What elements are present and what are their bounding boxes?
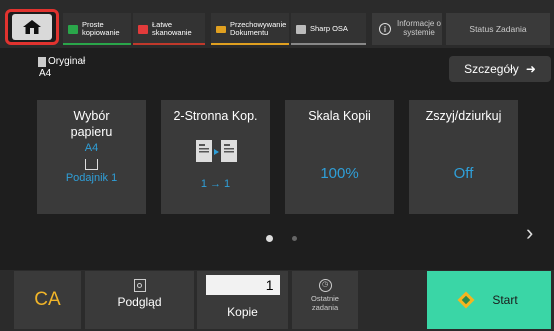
home-icon (23, 20, 41, 34)
preview-icon (133, 279, 146, 292)
card-title: Wybór papieru (70, 109, 113, 139)
details-button[interactable]: Szczegóły ➜ (449, 56, 551, 82)
copies-label: Kopie (227, 305, 258, 319)
page-indicator-active (266, 235, 273, 242)
osa-icon (296, 24, 306, 34)
tab-label: Sharp OSA (310, 24, 348, 34)
system-info-button[interactable]: i Informacje o systemie (372, 13, 442, 45)
arrow-right-icon: ➜ (525, 62, 536, 76)
card-title: 2-Stronna Kop. (173, 109, 258, 123)
tab-label: Przechowywanie Dokumentu (230, 20, 287, 37)
duplex-copy-card[interactable]: 2-Stronna Kop. 1 → 1 (161, 100, 270, 214)
history-icon: ◷ (318, 279, 332, 292)
card-title: Skala Kopii (308, 109, 371, 123)
chevron-right-icon[interactable]: › (526, 220, 533, 246)
page-indicator[interactable] (292, 236, 297, 241)
copy-ratio-card[interactable]: Skala Kopii 100% (285, 100, 394, 214)
tab-sharp-osa[interactable]: Sharp OSA (291, 13, 366, 45)
home-icon-bg (12, 14, 52, 40)
staple-punch-value: Off (453, 164, 474, 182)
start-icon (457, 291, 475, 309)
duplex-icon (195, 139, 237, 162)
tab-easy-scan[interactable]: Łatwe skanowanie (133, 13, 205, 45)
scan-icon (138, 24, 148, 34)
duplex-value: 1 → 1 (200, 177, 231, 190)
tray-icon (85, 159, 98, 171)
tab-document-filing[interactable]: Przechowywanie Dokumentu (211, 13, 289, 45)
preview-button[interactable]: Podgląd (85, 271, 194, 329)
staple-punch-card[interactable]: Zszyj/dziurkuj Off (409, 100, 518, 214)
tray-value: Podajnik 1 (65, 172, 118, 185)
info-icon: i (379, 23, 391, 35)
copy-icon (68, 24, 78, 34)
job-status-button[interactable]: Status Zadania (446, 13, 550, 45)
start-label: Start (492, 293, 518, 307)
recent-jobs-button[interactable]: ◷ Ostatnie zadania (292, 271, 358, 329)
home-button[interactable] (5, 9, 59, 45)
clear-all-button[interactable]: CA (14, 271, 81, 329)
recent-jobs-label: Ostatnie zadania (311, 294, 339, 312)
tab-label: Łatwe skanowanie (152, 20, 192, 37)
paper-select-card[interactable]: Wybór papieru A4 Podajnik 1 (37, 100, 146, 214)
clear-all-label: CA (34, 289, 61, 310)
original-value: A4 (39, 67, 52, 79)
details-label: Szczegóły (464, 62, 519, 76)
preview-label: Podgląd (117, 295, 162, 309)
copy-ratio-value: 100% (320, 164, 359, 182)
tab-easy-copy[interactable]: Proste kopiowanie (63, 13, 131, 45)
original-size: Oryginał A4 (39, 56, 85, 79)
copies-panel: 1 Kopie (197, 271, 288, 329)
job-status-label: Status Zadania (469, 24, 527, 34)
start-button[interactable]: Start (427, 271, 551, 329)
paper-size-value: A4 (84, 142, 99, 155)
folder-icon (216, 25, 226, 33)
original-label: Oryginał (48, 56, 86, 67)
copies-input[interactable]: 1 (205, 275, 280, 295)
card-title: Zszyj/dziurkuj (425, 109, 502, 123)
system-info-label: Informacje o systemie (396, 19, 442, 37)
tab-label: Proste kopiowanie (82, 20, 120, 37)
